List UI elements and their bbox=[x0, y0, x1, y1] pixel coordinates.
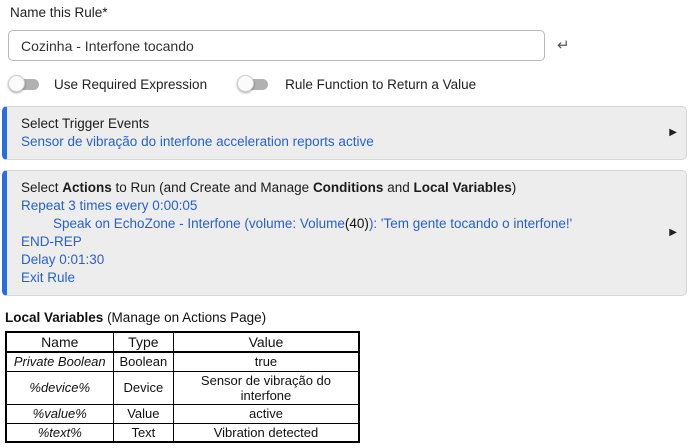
toggle-knob bbox=[8, 75, 25, 92]
expand-arrow-icon[interactable]: ▶ bbox=[669, 224, 677, 242]
select-actions-card[interactable]: Select Actions to Run (and Create and Ma… bbox=[2, 170, 687, 296]
variable-value: Sensor de vibração do interfone bbox=[174, 371, 359, 404]
action-speak: Speak on EchoZone - Interfone (volume: V… bbox=[21, 215, 660, 233]
variable-name: %device% bbox=[6, 371, 113, 404]
toggle-knob bbox=[237, 75, 254, 92]
table-row: %value% Value active bbox=[6, 404, 359, 423]
variable-type: Device bbox=[113, 371, 174, 404]
table-row: %device% Device Sensor de vibração do in… bbox=[6, 371, 359, 404]
variable-value: Vibration detected bbox=[174, 423, 359, 442]
variable-type: Value bbox=[113, 404, 174, 423]
action-end-rep: END-REP bbox=[21, 233, 660, 251]
enter-key-icon: ↵ bbox=[557, 38, 570, 53]
action-exit-rule: Exit Rule bbox=[21, 269, 660, 287]
name-rule-label: Name this Rule* bbox=[10, 5, 690, 20]
toggle-rule-function-return-value[interactable] bbox=[237, 75, 270, 93]
header-type: Type bbox=[113, 332, 174, 352]
actions-card-title: Select Actions to Run (and Create and Ma… bbox=[21, 179, 660, 197]
action-repeat: Repeat 3 times every 0:00:05 bbox=[21, 197, 660, 215]
expand-arrow-icon[interactable]: ▶ bbox=[669, 124, 677, 142]
rule-function-return-value-label: Rule Function to Return a Value bbox=[285, 77, 476, 92]
table-header-row: Name Type Value bbox=[6, 332, 359, 352]
trigger-card-title: Select Trigger Events bbox=[21, 115, 660, 133]
toggle-use-required-expression[interactable] bbox=[8, 75, 41, 93]
rule-name-row: ↵ bbox=[8, 30, 690, 61]
use-required-expression-label: Use Required Expression bbox=[54, 77, 207, 92]
toggle-row: Use Required Expression Rule Function to… bbox=[8, 75, 690, 93]
trigger-event-text: Sensor de vibração do interfone accelera… bbox=[21, 133, 660, 151]
header-value: Value bbox=[174, 332, 359, 352]
table-row: %text% Text Vibration detected bbox=[6, 423, 359, 442]
variable-value: true bbox=[174, 352, 359, 371]
variable-type: Text bbox=[113, 423, 174, 442]
action-delay: Delay 0:01:30 bbox=[21, 251, 660, 269]
local-variables-heading: Local Variables (Manage on Actions Page) bbox=[5, 310, 690, 325]
table-row: Private Boolean Boolean true bbox=[6, 352, 359, 371]
header-name: Name bbox=[6, 332, 113, 352]
variable-name: %value% bbox=[6, 404, 113, 423]
local-variables-table: Name Type Value Private Boolean Boolean … bbox=[5, 331, 360, 443]
variable-name: %text% bbox=[6, 423, 113, 442]
variable-name: Private Boolean bbox=[6, 352, 113, 371]
variable-type: Boolean bbox=[113, 352, 174, 371]
variable-value: active bbox=[174, 404, 359, 423]
rule-name-input[interactable] bbox=[8, 30, 545, 61]
select-trigger-events-card[interactable]: Select Trigger Events Sensor de vibração… bbox=[2, 106, 687, 160]
